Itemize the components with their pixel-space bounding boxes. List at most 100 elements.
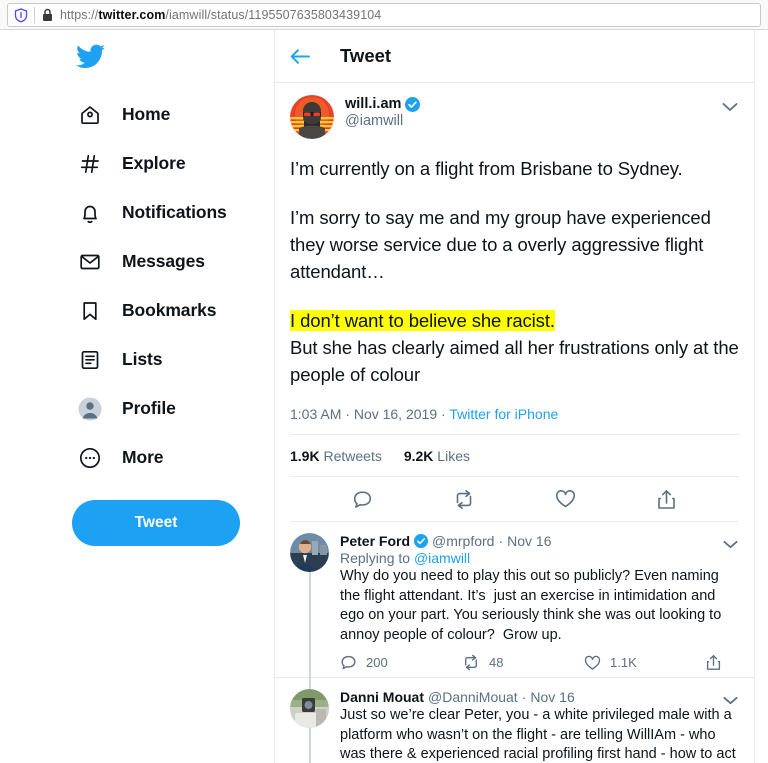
sidebar-item-bookmarks[interactable]: Bookmarks <box>62 286 274 335</box>
reply-date: Nov 16 <box>530 689 575 705</box>
left-gutter <box>0 30 62 763</box>
meta-dot: · <box>345 406 354 422</box>
tweet-action-bar <box>290 477 739 522</box>
reply-text: Why do you need to play this out so publ… <box>340 568 726 643</box>
meta-dot: · <box>521 689 527 705</box>
avatar[interactable] <box>290 533 329 572</box>
back-arrow-icon[interactable] <box>290 48 310 65</box>
like-heart-icon[interactable] <box>515 489 616 509</box>
tweet-time: 1:03 AM <box>290 406 342 422</box>
person-icon <box>76 395 104 423</box>
tweet-paragraph: I’m currently on a flight from Brisbane … <box>290 158 683 179</box>
sidebar-item-explore[interactable]: Explore <box>62 139 274 188</box>
tweet-date: Nov 16, 2019 <box>353 406 438 422</box>
twitter-bird-logo[interactable] <box>62 44 274 74</box>
reply-text: Just so we’re clear Peter, you - a white… <box>340 707 736 762</box>
reply-author-name[interactable]: Peter Ford <box>340 533 410 549</box>
meta-dot: · <box>498 533 504 549</box>
page-body: Home Explore Notifications Messages Book… <box>0 30 768 763</box>
reply-item: Danni Mouat @DanniMouat · Nov 16 Just so… <box>275 677 754 763</box>
compose-tweet-button[interactable]: Tweet <box>72 500 240 546</box>
shield-icon[interactable] <box>14 7 28 23</box>
author-display-name[interactable]: will.i.am <box>345 96 401 112</box>
sidebar-item-label: Lists <box>122 349 163 369</box>
sidebar-item-label: Home <box>122 104 171 124</box>
reply-count: 200 <box>366 655 388 670</box>
likes-label: Likes <box>437 448 470 464</box>
bell-icon <box>76 199 104 227</box>
reply-author-row: Peter Ford @mrpford · Nov 16 <box>340 533 739 549</box>
bookmark-icon <box>76 297 104 325</box>
tweet-paragraph: I’m sorry to say me and my group have ex… <box>290 207 711 282</box>
retweets-count: 1.9K <box>290 448 320 464</box>
verified-badge-icon <box>405 96 421 112</box>
url-text: https://twitter.com/iamwill/status/11955… <box>60 8 381 22</box>
thread-connector-line-top <box>309 677 311 689</box>
tweet-source-link[interactable]: Twitter for iPhone <box>449 406 558 422</box>
list-icon <box>76 346 104 374</box>
sidebar-item-profile[interactable]: Profile <box>62 384 274 433</box>
reply-action-like[interactable]: 1.1K <box>584 655 706 671</box>
reply-avatar-column <box>290 677 329 763</box>
sidebar-item-label: Explore <box>122 153 186 173</box>
reply-author-row: Danni Mouat @DanniMouat · Nov 16 <box>340 689 739 705</box>
urlbar-divider <box>34 7 35 23</box>
reply-author-handle[interactable]: @DanniMouat <box>428 689 518 705</box>
browser-chrome: https://twitter.com/iamwill/status/11955… <box>0 0 768 30</box>
sidebar-item-label: Messages <box>122 251 205 271</box>
reply-content: Peter Ford @mrpford · Nov 16 Replying to… <box>340 533 739 671</box>
hashtag-icon <box>76 150 104 178</box>
url-scheme: https:// <box>60 8 99 22</box>
sidebar-item-lists[interactable]: Lists <box>62 335 274 384</box>
main-column: Tweet will.i.am @iamwill I’m currently o… <box>274 30 755 763</box>
like-count: 1.1K <box>610 655 637 670</box>
avatar[interactable] <box>290 689 329 728</box>
reply-action-share[interactable] <box>706 654 721 671</box>
url-host: twitter.com <box>98 8 166 22</box>
url-bar[interactable]: https://twitter.com/iamwill/status/11955… <box>7 3 761 27</box>
likes-stat[interactable]: 9.2K Likes <box>404 448 470 464</box>
primary-tweet: will.i.am @iamwill I’m currently on a fl… <box>275 83 754 522</box>
sidebar-item-label: Bookmarks <box>122 300 217 320</box>
tweet-page-header: Tweet <box>275 30 754 83</box>
verified-badge-icon <box>414 534 429 548</box>
more-ellipsis-icon <box>76 444 104 472</box>
replying-to-line: Replying to @iamwill <box>340 550 739 566</box>
retweets-stat[interactable]: 1.9K Retweets <box>290 448 382 464</box>
avatar[interactable] <box>290 95 334 139</box>
sidebar-item-messages[interactable]: Messages <box>62 237 274 286</box>
reply-action-bar: 200 48 1.1K <box>340 654 739 671</box>
thread-connector-line <box>309 728 311 763</box>
retweet-count: 48 <box>489 655 504 670</box>
reply-action-comment[interactable]: 200 <box>340 654 462 671</box>
retweet-icon[interactable] <box>413 489 514 510</box>
home-icon <box>76 101 104 129</box>
replying-to-prefix: Replying to <box>340 550 414 566</box>
author-handle[interactable]: @iamwill <box>345 113 420 129</box>
chevron-down-icon[interactable] <box>723 692 738 710</box>
sidebar-item-label: Profile <box>122 398 176 418</box>
sidebar-item-home[interactable]: Home <box>62 90 274 139</box>
chevron-down-icon[interactable] <box>722 99 738 117</box>
envelope-icon <box>76 248 104 276</box>
chevron-down-icon[interactable] <box>723 536 738 554</box>
reply-item: Peter Ford @mrpford · Nov 16 Replying to… <box>275 522 754 679</box>
reply-author-name[interactable]: Danni Mouat <box>340 689 424 705</box>
highlighted-text: I don’t want to believe she racist. <box>290 310 555 331</box>
lock-icon[interactable] <box>42 8 53 22</box>
reply-author-handle[interactable]: @mrpford <box>432 533 494 549</box>
replying-to-handle[interactable]: @iamwill <box>414 550 470 566</box>
tweet-paragraph-highlighted: I don’t want to believe she racist. But … <box>290 307 739 388</box>
tweet-author-names: will.i.am @iamwill <box>345 95 421 129</box>
sidebar-item-more[interactable]: More <box>62 433 274 482</box>
sidebar-item-label: Notifications <box>122 202 227 222</box>
url-path: /iamwill/status/1195507635803439104 <box>165 8 382 22</box>
sidebar-item-notifications[interactable]: Notifications <box>62 188 274 237</box>
right-gutter <box>755 30 768 763</box>
tweet-stats-row: 1.9K Retweets 9.2K Likes <box>290 434 739 477</box>
sidebar-item-label: More <box>122 447 164 467</box>
page-title: Tweet <box>340 45 392 66</box>
reply-action-retweet[interactable]: 48 <box>462 654 584 671</box>
reply-icon[interactable] <box>312 489 413 510</box>
share-icon[interactable] <box>616 489 717 510</box>
